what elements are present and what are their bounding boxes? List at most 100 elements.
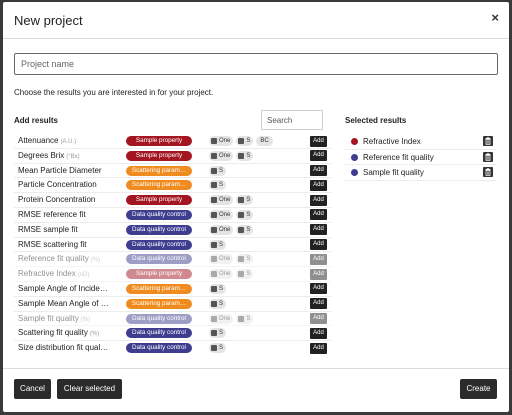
chip-s: S xyxy=(209,239,227,250)
square-icon xyxy=(211,330,217,337)
square-icon xyxy=(211,300,217,307)
square-icon xyxy=(211,211,217,218)
add-button[interactable]: Add xyxy=(310,135,327,147)
square-icon xyxy=(238,152,245,159)
chip-label: S xyxy=(219,330,224,337)
chip-label: One xyxy=(219,211,231,218)
chip-s: S xyxy=(209,180,227,191)
result-name: RMSE sample fit xyxy=(18,225,126,234)
chip-one: One xyxy=(209,150,234,161)
add-button[interactable]: Add xyxy=(310,298,327,310)
category-badge: Data quality control xyxy=(126,239,192,250)
new-project-modal: New project × Choose the results you are… xyxy=(3,2,509,412)
add-button[interactable]: Add xyxy=(310,342,327,354)
result-unit: (A.U.) xyxy=(60,139,77,145)
chip-label: S xyxy=(246,256,251,263)
add-button[interactable]: Add xyxy=(310,239,327,251)
trash-icon[interactable] xyxy=(483,136,493,146)
add-button[interactable]: Add xyxy=(310,165,327,177)
selected-item-name: Reference fit quality xyxy=(363,152,434,162)
result-unit: (%) xyxy=(89,331,100,338)
square-icon xyxy=(211,285,217,292)
table-row: Sample fit quality (%) Data quality contro… xyxy=(14,312,331,327)
result-unit: (%) xyxy=(80,316,91,323)
category-dot-icon xyxy=(351,153,358,161)
chip-s: S xyxy=(236,150,254,161)
chip-group: S xyxy=(209,165,227,176)
chip-label: One xyxy=(219,256,231,263)
add-button[interactable]: Add xyxy=(310,313,327,325)
add-button[interactable]: Add xyxy=(310,194,327,206)
chip-s: S xyxy=(209,283,227,294)
chip-group: S xyxy=(209,298,227,309)
category-badge: Sample property xyxy=(126,195,192,206)
result-name: Reference fit quality (%) xyxy=(18,254,126,263)
square-icon xyxy=(238,256,245,263)
square-icon xyxy=(238,226,245,233)
category-badge: Sample property xyxy=(126,150,192,161)
chip-label: One xyxy=(219,271,231,278)
add-results-list[interactable]: Attenuance (A.U.) Sample property One S BC Add… xyxy=(14,134,331,355)
add-button[interactable]: Add xyxy=(310,179,327,191)
category-dot-icon xyxy=(351,169,358,176)
square-icon xyxy=(238,315,245,322)
chip-s: S xyxy=(236,224,254,235)
result-name-text: Sample fit quality xyxy=(18,313,79,323)
cancel-button[interactable]: Cancel xyxy=(14,379,51,399)
search-input[interactable] xyxy=(261,110,323,130)
square-icon xyxy=(238,211,245,218)
category-badge: Data quality control xyxy=(126,209,192,220)
close-icon[interactable]: × xyxy=(491,11,499,25)
chip-label: One xyxy=(219,138,231,144)
square-icon xyxy=(238,271,245,278)
square-icon xyxy=(211,345,217,352)
add-button[interactable]: Add xyxy=(310,253,327,265)
result-unit: (nD) xyxy=(77,272,90,279)
result-name-text: Degrees Brix xyxy=(18,150,65,160)
create-button[interactable]: Create xyxy=(460,379,497,399)
category-badge: Scattering param… xyxy=(126,283,192,294)
table-row: Protein Concentration Sample property One S… xyxy=(14,193,331,208)
trash-icon[interactable] xyxy=(483,167,493,177)
chip-label: One xyxy=(219,226,231,233)
chip-s: S xyxy=(236,209,254,220)
category-badge: Scattering param… xyxy=(126,180,192,191)
table-row: Sample Angle of Incide… Scattering param…… xyxy=(14,282,331,297)
category-badge: Data quality control xyxy=(126,224,192,235)
result-name: Particle Concentration xyxy=(18,180,126,189)
table-row: Attenuance (A.U.) Sample property One S BC Add xyxy=(14,134,331,149)
add-button[interactable]: Add xyxy=(310,283,327,295)
instructions-text: Choose the results you are interested in… xyxy=(14,88,214,97)
square-icon xyxy=(211,226,217,233)
chip-label: S xyxy=(246,197,251,204)
add-results-title: Add results xyxy=(14,116,59,125)
table-row: Reference fit quality (%) Data quality con… xyxy=(14,252,331,268)
result-unit: (°Bx) xyxy=(66,153,80,160)
chip-one: One xyxy=(209,254,234,265)
selected-item: Sample fit quality xyxy=(345,165,497,181)
table-row: Sample Mean Angle of … Scattering param… S… xyxy=(14,297,331,312)
clear-selected-button[interactable]: Clear selected xyxy=(57,379,122,399)
add-button[interactable]: Add xyxy=(310,224,327,236)
result-name: RMSE reference fit xyxy=(18,210,126,219)
chip-label: One xyxy=(219,197,231,204)
chip-label: S xyxy=(219,345,224,352)
project-name-input[interactable] xyxy=(14,53,498,75)
selected-item-name: Sample fit quality xyxy=(363,168,424,177)
square-icon xyxy=(211,138,217,144)
square-icon xyxy=(211,152,217,159)
trash-icon[interactable] xyxy=(483,151,493,162)
result-name-text: Particle Concentration xyxy=(18,180,97,190)
add-button[interactable]: Add xyxy=(310,327,327,339)
add-button[interactable]: Add xyxy=(310,150,327,162)
table-row: RMSE scattering fit Data quality control S… xyxy=(14,238,331,253)
result-name: Protein Concentration xyxy=(18,195,126,204)
chip-one: One xyxy=(209,136,234,146)
chip-s: S xyxy=(236,195,254,206)
add-button[interactable]: Add xyxy=(310,209,327,221)
result-name: RMSE scattering fit xyxy=(18,240,126,249)
category-badge: Scattering param… xyxy=(126,298,192,309)
chip-group: One S xyxy=(209,254,254,265)
square-icon xyxy=(211,256,217,263)
add-button[interactable]: Add xyxy=(310,268,327,280)
